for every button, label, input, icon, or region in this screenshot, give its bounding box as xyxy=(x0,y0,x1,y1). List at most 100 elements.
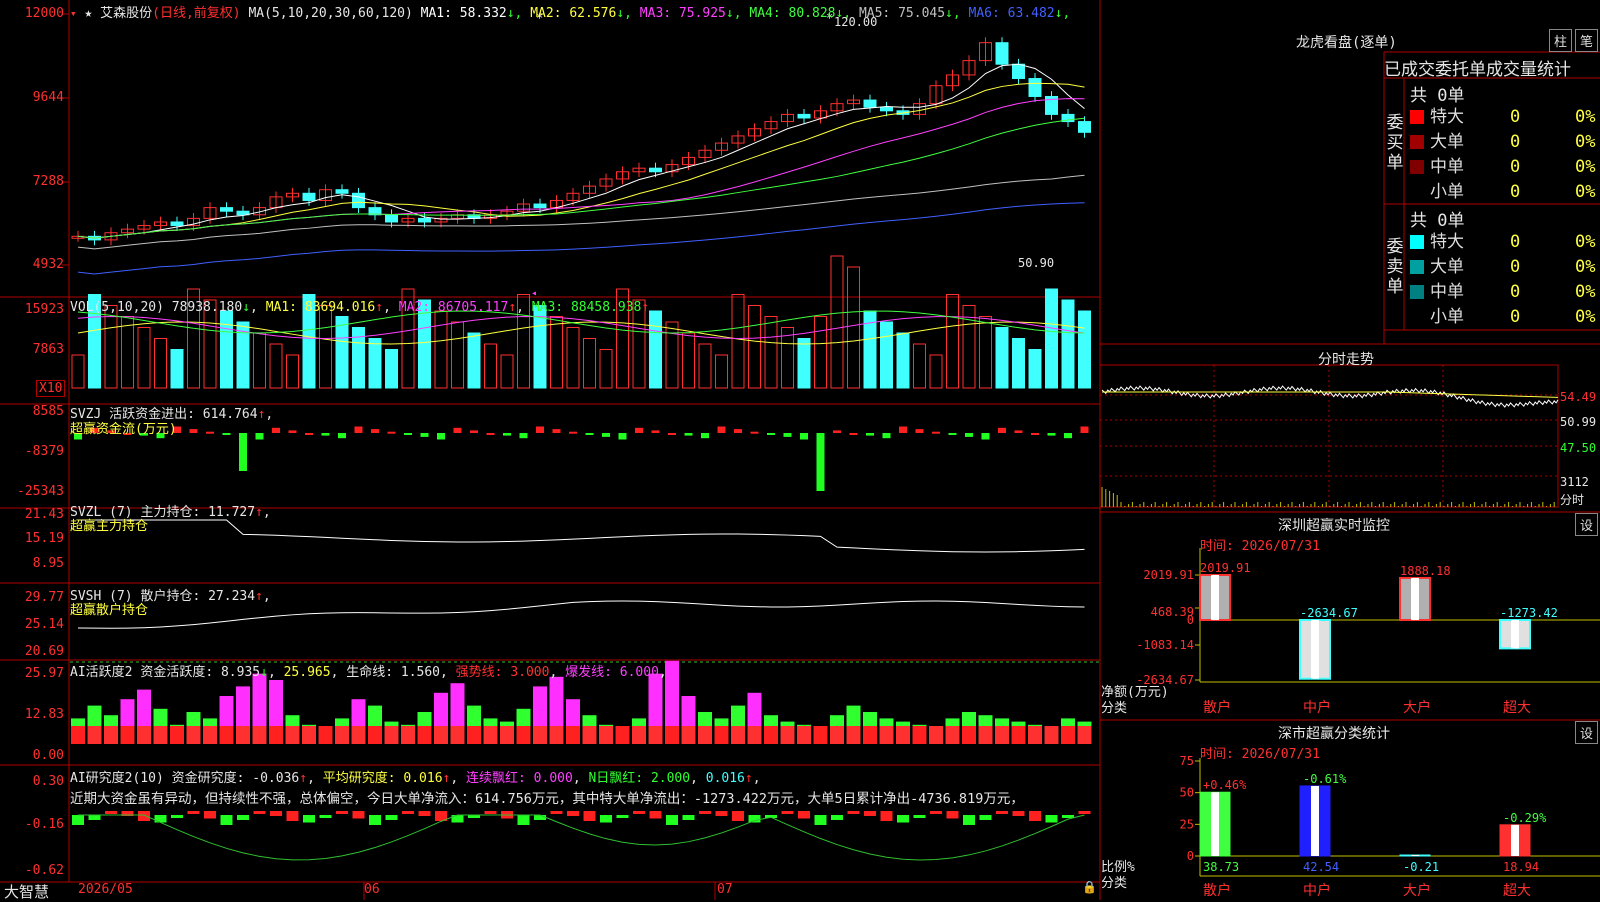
fund-flow-bar xyxy=(404,433,412,435)
activity-base-bar xyxy=(417,726,432,744)
expand-icon[interactable]: ▾ xyxy=(70,7,77,20)
order-size-label: 中单 xyxy=(1430,157,1464,177)
fund-flow-bar xyxy=(585,433,594,435)
classify-bar-highlight xyxy=(1311,785,1319,856)
classify-time: 时间: 2026/07/31 xyxy=(1200,747,1320,762)
monitor-axis-label: 2019.91 xyxy=(1143,568,1194,582)
chart-canvas[interactable]: 2019.91468.390-1083.14-2634.672019.91散户-… xyxy=(0,0,1600,900)
order-size-label: 大单 xyxy=(1430,257,1464,277)
activity-base-bar xyxy=(632,726,646,744)
star-icon[interactable]: ★ xyxy=(84,6,92,21)
bar-mode-button[interactable]: 柱 xyxy=(1549,29,1573,52)
volume-bar xyxy=(269,343,283,389)
activity-base-bar xyxy=(813,726,828,744)
ma-value-4: MA4: 80.828 xyxy=(741,6,836,21)
vol-def: VOL(5,10,20) xyxy=(70,300,164,315)
research-bar xyxy=(484,811,497,814)
svzj-axis-top: 8585 xyxy=(32,404,64,419)
fund-flow-bar xyxy=(701,433,709,439)
order-color-swatch xyxy=(1410,135,1424,149)
time-axis-jun: 06 xyxy=(364,882,380,897)
monitor-category-label: 散户 xyxy=(1203,699,1231,716)
fund-flow-bar xyxy=(1031,433,1039,435)
activity-base-bar xyxy=(104,726,118,744)
fund-flow-bar xyxy=(998,427,1006,433)
fund-flow-bar xyxy=(189,429,198,433)
activity-base-bar xyxy=(219,726,234,744)
activity-base-bar xyxy=(780,726,795,744)
classify-axis-label: 0 xyxy=(1187,849,1194,863)
monitor-category-label: 大户 xyxy=(1403,699,1431,716)
research-bar xyxy=(748,815,761,823)
research-bar xyxy=(897,815,909,823)
monitor-axis-label: -1083.14 xyxy=(1136,638,1194,652)
classify-bar-highlight xyxy=(1411,855,1419,856)
volume-bar xyxy=(929,354,943,389)
candle-body xyxy=(1012,63,1025,80)
volume-bar xyxy=(682,332,695,389)
research-bar xyxy=(798,811,810,819)
lock-icon[interactable]: 🔒 xyxy=(1082,880,1097,894)
classify-settings-button[interactable]: 设 xyxy=(1575,721,1599,744)
research-bar xyxy=(550,811,563,814)
volume-bar xyxy=(1061,299,1075,389)
fund-flow-bar xyxy=(1064,433,1072,439)
high-price-label: 120.00 xyxy=(834,15,878,29)
activity-base-bar xyxy=(401,726,415,744)
ai-res-avg: 平均研究度: 0.016 xyxy=(322,771,443,786)
stock-name: 艾森股份 xyxy=(100,6,153,21)
fund-flow-bar xyxy=(800,433,808,440)
ai-act-value: 8.935 xyxy=(220,665,261,680)
candle-body xyxy=(995,42,1009,65)
candle-body xyxy=(1078,121,1091,133)
tab-orders[interactable]: 委托单 xyxy=(1435,60,1486,80)
activity-base-bar xyxy=(318,726,333,744)
activity-base-bar xyxy=(1044,726,1059,744)
activity-base-bar xyxy=(368,726,382,744)
volume-bar xyxy=(368,338,382,389)
svzj-sub: 超赢资金流(万元) xyxy=(70,422,177,437)
order-row: 小单 0 0% xyxy=(1410,180,1600,205)
candle-body xyxy=(1028,78,1042,97)
research-bar xyxy=(979,815,992,820)
activity-base-bar xyxy=(731,726,745,744)
ai-act-life: 生命线: 1.560 xyxy=(346,665,441,680)
svzl-sub: 超赢主力持仓 xyxy=(70,519,149,534)
order-percent: 0% xyxy=(1575,232,1596,252)
tab-volume-stats[interactable]: 成交量统计 xyxy=(1486,60,1571,80)
activity-base-bar xyxy=(467,726,481,744)
research-bar xyxy=(682,815,695,820)
volume-bar xyxy=(1078,310,1091,389)
ai-res-label: 资金研究度: xyxy=(171,771,245,786)
ai-res-axis-mid: -0.16 xyxy=(24,817,64,832)
monitor-category-label: 中户 xyxy=(1303,699,1331,716)
volume-bar xyxy=(880,321,893,389)
ma-definition: MA(5,10,20,30,60,120) xyxy=(248,6,413,21)
research-bar xyxy=(847,811,860,814)
ai-res-v5: 0.016 xyxy=(705,771,745,786)
ma-value-2: MA2: 62.576 xyxy=(522,6,617,21)
pen-mode-button[interactable]: 笔 xyxy=(1575,29,1599,52)
lhk-tabs: 已成交委托单成交量统计 xyxy=(1384,55,1571,80)
volume-bar xyxy=(104,305,118,389)
activity-base-bar xyxy=(978,726,993,744)
research-bar xyxy=(831,815,843,820)
buy-rows: 特大 0 0% 大单 0 0% 中单 0 0% 小单 0 0% xyxy=(1410,105,1600,205)
ma-value-1: MA1: 58.332 xyxy=(420,6,507,21)
fund-flow-bar xyxy=(239,433,247,471)
order-percent: 0% xyxy=(1575,132,1596,152)
vol-ma1: MA1: 83694.016 xyxy=(265,300,376,315)
activity-base-bar xyxy=(434,726,448,744)
tab-filled[interactable]: 已成交 xyxy=(1384,60,1435,80)
activity-base-bar xyxy=(203,726,217,744)
activity-base-bar xyxy=(137,726,151,744)
svsh-label: 散户持仓: xyxy=(140,589,201,604)
monitor-settings-button[interactable]: 设 xyxy=(1575,513,1599,536)
svsh-axis-bot: 20.69 xyxy=(24,644,64,659)
svsh-value: 27.234 xyxy=(208,589,256,604)
ai-research-header: AI研究度2(10) 资金研究度: -0.036↑, 平均研究度: 0.016↑… xyxy=(70,771,761,786)
research-bar xyxy=(781,811,794,814)
classify-category-label: 超大 xyxy=(1503,883,1531,899)
monitor-bar-highlight xyxy=(1211,575,1219,620)
fund-flow-bar xyxy=(536,426,544,433)
